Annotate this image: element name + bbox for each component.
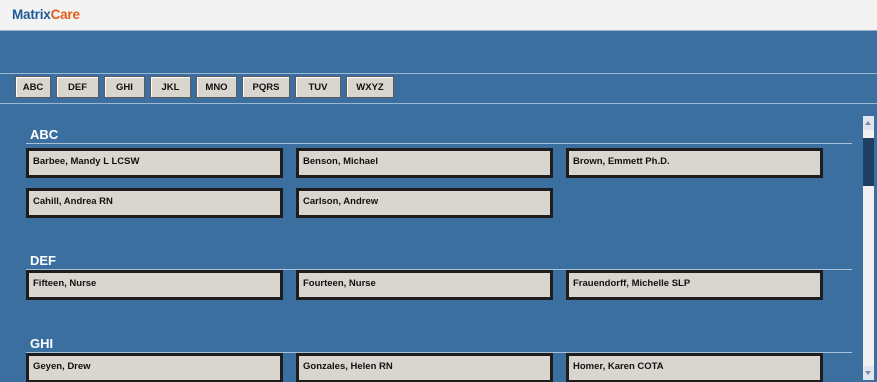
person-card[interactable]: Geyen, Drew [26,353,283,382]
section-title: ABC [30,127,59,142]
main-panel: ABC DEF GHI JKL MNO PQRS TUV WXYZ ABC Ba… [0,31,877,382]
tab-tuv[interactable]: TUV [295,76,341,98]
section-title: GHI [30,336,54,351]
tab-def[interactable]: DEF [56,76,99,98]
person-card[interactable]: Fifteen, Nurse [26,270,283,300]
person-card[interactable]: Cahill, Andrea RN [26,188,283,218]
alphabet-tab-bar: ABC DEF GHI JKL MNO PQRS TUV WXYZ [15,76,394,100]
vertical-scrollbar[interactable] [863,116,874,380]
scroll-down-button[interactable] [863,366,874,380]
tab-wxyz[interactable]: WXYZ [346,76,394,98]
matrixcare-logo: MatrixCare [12,7,80,22]
tab-jkl[interactable]: JKL [150,76,191,98]
logo-text-matrix: Matrix [12,7,51,22]
person-card[interactable]: Carlson, Andrew [296,188,553,218]
chevron-up-icon [865,121,871,125]
section-title: DEF [30,253,56,268]
person-card[interactable]: Homer, Karen COTA [566,353,823,382]
chevron-down-icon [865,371,871,375]
directory-list: ABC Barbee, Mandy L LCSW Benson, Michael… [0,115,862,382]
section-divider [26,143,852,144]
person-card[interactable]: Frauendorff, Michelle SLP [566,270,823,300]
scroll-thumb[interactable] [863,138,874,186]
logo-text-care: Care [50,7,80,22]
tab-mno[interactable]: MNO [196,76,237,98]
divider-tabs [0,103,877,104]
person-card[interactable]: Brown, Emmett Ph.D. [566,148,823,178]
divider-top [0,73,877,74]
scroll-up-button[interactable] [863,116,874,130]
person-card[interactable]: Fourteen, Nurse [296,270,553,300]
tab-ghi[interactable]: GHI [104,76,145,98]
person-card[interactable]: Barbee, Mandy L LCSW [26,148,283,178]
app-header: MatrixCare [0,0,877,31]
person-card[interactable]: Benson, Michael [296,148,553,178]
tab-abc[interactable]: ABC [15,76,51,98]
tab-pqrs[interactable]: PQRS [242,76,290,98]
person-card[interactable]: Gonzales, Helen RN [296,353,553,382]
